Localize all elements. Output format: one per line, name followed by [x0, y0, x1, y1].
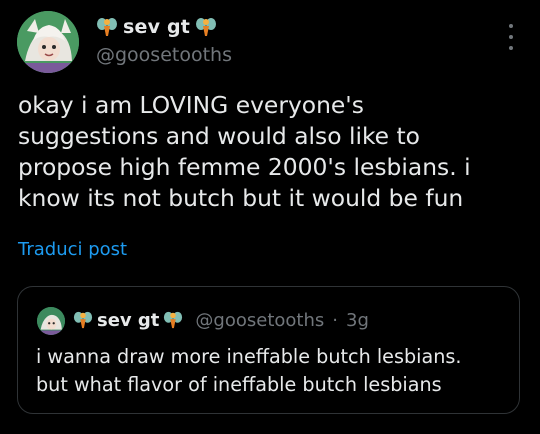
author-name-row[interactable]: sev gt — [96, 13, 217, 41]
quoted-handle: @goosetooths — [195, 309, 325, 331]
fairy-emoji-right — [164, 311, 183, 329]
quoted-avatar-illustration — [37, 307, 65, 335]
author-handle[interactable]: @goosetooths — [96, 44, 232, 66]
quoted-post-header: sev gt @goosetooths · 3g — [73, 306, 369, 334]
quoted-display-name: sev gt — [97, 309, 160, 331]
author-avatar[interactable] — [17, 11, 79, 73]
more-options-icon[interactable] — [508, 24, 514, 50]
translate-post-link[interactable]: Traduci post — [18, 239, 127, 260]
post: sev gt @goosetooths okay i am LOVING eve… — [0, 0, 540, 434]
fairy-emoji-left — [97, 18, 117, 36]
quoted-separator: · — [332, 309, 338, 331]
quoted-post-text: i wanna draw more ineffable butch lesbia… — [36, 345, 462, 396]
quoted-author-avatar — [37, 307, 65, 335]
fairy-emoji-left — [73, 311, 93, 329]
quoted-timestamp: 3g — [346, 309, 369, 331]
fairy-emoji-right — [196, 18, 217, 36]
display-name: sev gt — [123, 16, 191, 38]
avatar-illustration — [17, 11, 79, 73]
quoted-post[interactable]: sev gt @goosetooths · 3g i wanna draw mo… — [17, 286, 520, 414]
post-text: okay i am LOVING everyone's suggestions … — [18, 91, 471, 212]
